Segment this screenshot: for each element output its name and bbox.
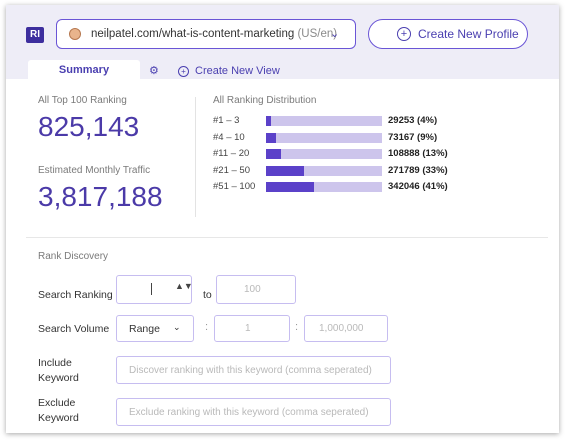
profile-url-text: neilpatel.com/what-is-content-marketing … (91, 28, 337, 40)
app-window: RI neilpatel.com/what-is-content-marketi… (6, 5, 559, 433)
exclude-placeholder: Exclude ranking with this keyword (comma… (129, 407, 369, 418)
search-ranking-label: Search Ranking (38, 289, 113, 301)
distribution-range: #4 – 10 (213, 131, 245, 143)
distribution-bar-fill (266, 182, 314, 192)
distribution-row: #51 – 100 342046 (41%) (213, 181, 463, 193)
profile-url-select[interactable]: neilpatel.com/what-is-content-marketing … (56, 19, 356, 49)
traffic-label: Estimated Monthly Traffic (38, 165, 151, 176)
text-cursor (151, 283, 152, 295)
traffic-value: 3,817,188 (38, 181, 163, 212)
chevron-down-icon: ⌄ (173, 322, 181, 332)
to-label: to (203, 289, 212, 301)
distribution-title: All Ranking Distribution (213, 95, 317, 106)
volume-mode-value: Range (129, 323, 160, 335)
distribution-bar-fill (266, 116, 271, 126)
distribution-count: 271789 (33%) (388, 164, 448, 176)
distribution-bar-track (266, 116, 382, 126)
search-ranking-from-stepper[interactable]: ▲▼ (116, 275, 193, 304)
distribution-bar-fill (266, 165, 305, 176)
volume-min-placeholder: 1 (245, 323, 251, 334)
distribution-row: #11 – 20 108888 (13%) (213, 148, 463, 160)
to-placeholder: 100 (244, 284, 261, 295)
distribution-range: #1 – 3 (213, 115, 240, 126)
include-keyword-label: Include Keyword (38, 357, 79, 384)
tab-summary[interactable]: Summary (28, 60, 140, 80)
include-placeholder: Discover ranking with this keyword (comm… (129, 365, 372, 376)
distribution-row: #21 – 50 271789 (33%) (213, 165, 463, 177)
distribution-count: 108888 (13%) (388, 148, 448, 159)
include-keyword-input[interactable]: Discover ranking with this keyword (comm… (116, 356, 391, 384)
distribution-count: 73167 (9%) (388, 131, 438, 143)
distribution-bar-track (266, 132, 382, 143)
section-divider (26, 237, 548, 238)
distribution-bar-track (266, 149, 382, 159)
distribution-bar-fill (266, 149, 282, 159)
create-new-view-button[interactable]: + Create New View (178, 65, 280, 77)
top100-label: All Top 100 Ranking (38, 95, 127, 106)
distribution-range: #11 – 20 (213, 148, 250, 159)
gear-icon[interactable]: ⚙ (149, 64, 159, 77)
volume-mode-select[interactable]: Range ⌄ (116, 315, 194, 342)
top-bar: RI neilpatel.com/what-is-content-marketi… (6, 5, 559, 80)
vertical-divider (195, 97, 196, 217)
distribution-row: #4 – 10 73167 (9%) (213, 132, 463, 144)
distribution-bar-track (266, 182, 382, 192)
profile-url: neilpatel.com/what-is-content-marketing (91, 28, 295, 40)
exclude-keyword-input[interactable]: Exclude ranking with this keyword (comma… (116, 398, 391, 426)
distribution-range: #51 – 100 (213, 181, 256, 192)
create-view-label: Create New View (195, 65, 280, 77)
plus-circle-icon: + (178, 65, 189, 77)
site-favicon-icon (69, 28, 81, 40)
distribution-row: #1 – 3 29253 (4%) (213, 115, 463, 127)
distribution-bar-fill (266, 132, 277, 143)
distribution-bar-track (266, 165, 382, 176)
search-ranking-to-input[interactable]: 100 (216, 275, 296, 304)
exclude-keyword-label: Exclude Keyword (38, 397, 79, 424)
search-volume-label: Search Volume (38, 323, 110, 335)
stepper-arrows-icon[interactable]: ▲▼ (175, 281, 193, 291)
create-new-profile-button[interactable]: + Create New Profile (368, 19, 528, 49)
distribution-count: 29253 (4%) (388, 115, 438, 126)
separator-colon: : (205, 321, 209, 333)
plus-circle-icon: + (397, 27, 411, 41)
create-profile-label: Create New Profile (418, 27, 519, 41)
volume-max-input[interactable]: 1,000,000 (304, 315, 388, 342)
volume-min-input[interactable]: 1 (214, 315, 290, 342)
separator-colon: : (295, 321, 299, 333)
distribution-count: 342046 (41%) (388, 181, 448, 192)
volume-max-placeholder: 1,000,000 (319, 323, 364, 334)
distribution-range: #21 – 50 (213, 164, 250, 176)
top100-value: 825,143 (38, 111, 140, 142)
app-logo: RI (26, 27, 44, 43)
chevron-down-icon: ⌄ (330, 28, 340, 40)
rank-discovery-title: Rank Discovery (38, 251, 109, 262)
